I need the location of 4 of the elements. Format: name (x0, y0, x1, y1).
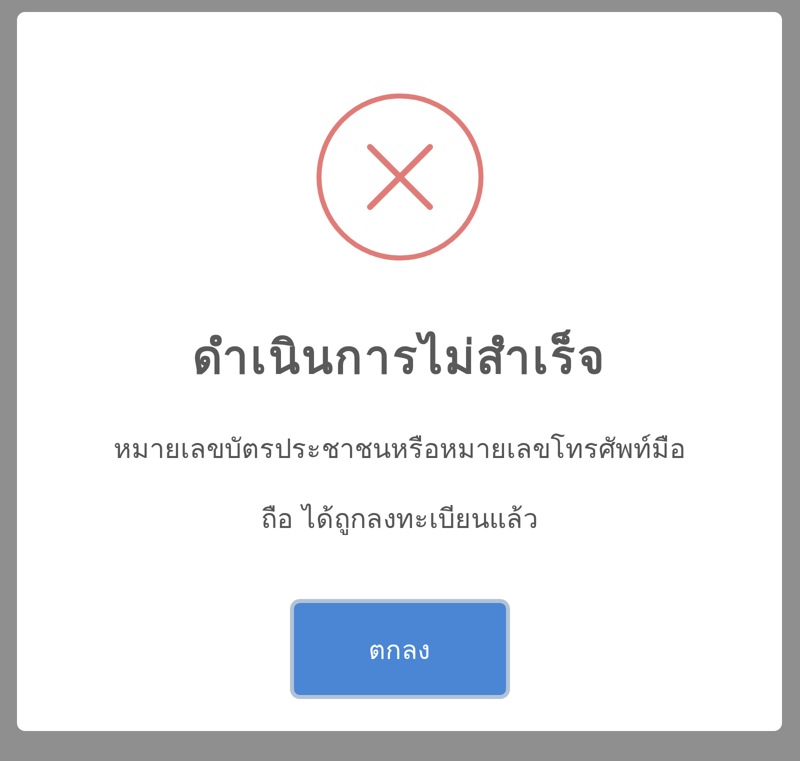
ok-button[interactable]: ตกลง (294, 603, 506, 695)
dialog-title: ดำเนินการไม่สำเร็จ (192, 328, 606, 386)
dialog-message: หมายเลขบัตรประชาชนหรือหมายเลขโทรศัพท์มือถือ ได้ถูกลงทะเบียนแล้ว (112, 432, 686, 537)
error-icon (314, 92, 484, 262)
